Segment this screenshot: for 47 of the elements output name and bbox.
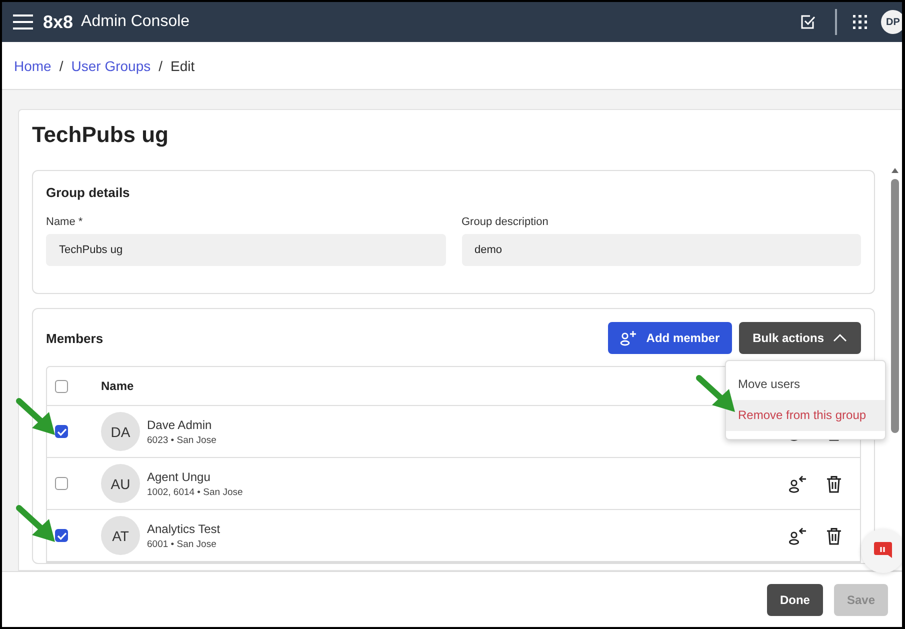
apps-grid-icon[interactable] <box>853 15 867 29</box>
checkbox[interactable] <box>55 477 68 490</box>
member-name: Dave Admin <box>147 418 213 432</box>
avatar: DA <box>101 412 140 451</box>
column-header: Name <box>101 379 134 393</box>
arrow-annotation <box>16 398 58 438</box>
chat-icon <box>873 541 893 561</box>
chevron-icon <box>833 334 847 342</box>
page-title: TechPubs ug <box>32 122 170 148</box>
checkbox[interactable] <box>55 425 68 438</box>
input-field[interactable]: demo <box>462 234 861 266</box>
avatar: AU <box>101 464 140 503</box>
checkbox[interactable] <box>55 529 68 542</box>
breadcrumb-separator: / <box>59 58 64 74</box>
breadcrumb-link[interactable]: User Groups <box>71 58 151 74</box>
trash-icon[interactable] <box>826 474 842 492</box>
menu-item[interactable]: Remove from this group <box>726 400 885 431</box>
field-label: Group description <box>462 216 550 228</box>
checkbox[interactable] <box>55 380 68 392</box>
person-arrow-icon[interactable] <box>788 474 808 492</box>
field-label: Name * <box>46 216 84 228</box>
logo: 8x8 <box>43 12 74 32</box>
section-heading: Group details <box>46 185 131 200</box>
section-heading: Members <box>46 330 104 346</box>
breadcrumb-link[interactable]: Home <box>14 58 52 74</box>
member-details: 6001 • San Jose <box>147 538 218 550</box>
member-details: 1002, 6014 • San Jose <box>147 486 244 498</box>
user-avatar[interactable]: DP <box>881 10 902 34</box>
breadcrumb-current: Edit <box>170 58 195 74</box>
trash-icon[interactable] <box>826 526 842 544</box>
avatar: AT <box>101 516 140 555</box>
breadcrumb-separator: / <box>158 58 162 74</box>
add-person-icon <box>620 330 638 346</box>
arrow-annotation <box>696 375 738 415</box>
app-title: Admin Console <box>81 13 190 31</box>
arrow-annotation <box>16 505 58 545</box>
member-name: Agent Ungu <box>147 470 212 484</box>
add-member-button[interactable]: Add member <box>608 322 732 354</box>
bulk-actions-button[interactable]: Bulk actions <box>738 322 861 354</box>
menu-icon[interactable] <box>13 14 33 30</box>
input-field[interactable]: TechPubs ug <box>46 234 446 266</box>
member-details: 6023 • San Jose <box>147 434 218 446</box>
menu-item[interactable]: Move users <box>726 369 885 400</box>
member-name: Analytics Test <box>147 522 222 536</box>
person-arrow-icon[interactable] <box>788 526 808 544</box>
checkbox-icon[interactable] <box>801 15 815 29</box>
done-button[interactable]: Done <box>766 584 823 616</box>
